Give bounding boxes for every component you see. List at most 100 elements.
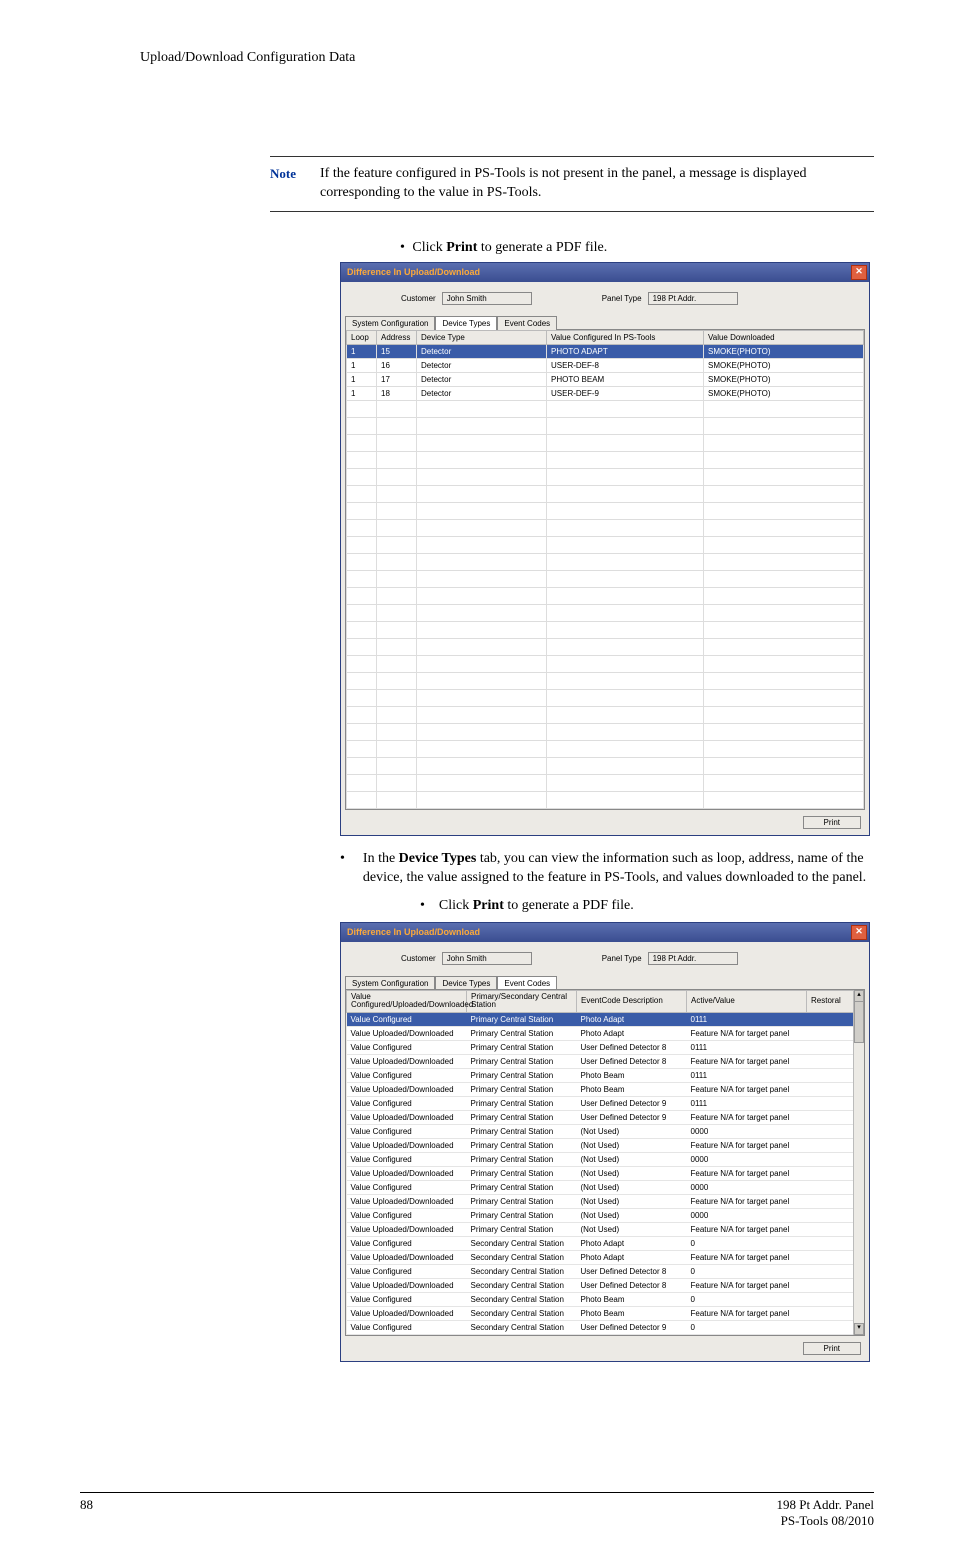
table-cell	[547, 553, 704, 570]
table-cell	[547, 570, 704, 587]
table-row[interactable]: Value ConfiguredPrimary Central StationP…	[347, 1069, 864, 1083]
table-row[interactable]: Value ConfiguredPrimary Central StationP…	[347, 1013, 864, 1027]
table-row[interactable]: 116DetectorUSER-DEF-8SMOKE(PHOTO)	[347, 358, 864, 372]
table-cell	[347, 536, 377, 553]
table-cell: 1	[347, 372, 377, 386]
table-row[interactable]: Value Uploaded/DownloadedPrimary Central…	[347, 1083, 864, 1097]
tab-device-types[interactable]: Device Types	[435, 316, 497, 330]
vertical-scrollbar[interactable]: ▴ ▾	[853, 990, 864, 1336]
tab-system-configuration[interactable]: System Configuration	[345, 316, 435, 330]
table-cell: Primary Central Station	[467, 1069, 577, 1083]
table-cell: Photo Beam	[577, 1293, 687, 1307]
table-cell	[347, 468, 377, 485]
table-cell: SMOKE(PHOTO)	[704, 358, 864, 372]
column-header: Value Configured In PS-Tools	[547, 330, 704, 344]
table-row[interactable]: Value ConfiguredPrimary Central Station(…	[347, 1125, 864, 1139]
table-cell	[347, 451, 377, 468]
scroll-down-icon[interactable]: ▾	[854, 1323, 864, 1335]
instr1-pre: Click	[412, 240, 446, 255]
table-cell: Photo Beam	[577, 1307, 687, 1321]
table-cell: User Defined Detector 8	[577, 1279, 687, 1293]
table-cell	[547, 655, 704, 672]
print-button[interactable]: Print	[803, 1342, 861, 1355]
instr1-post: to generate a PDF file.	[477, 240, 607, 255]
table-cell: 0	[687, 1293, 807, 1307]
table-cell	[417, 468, 547, 485]
table-cell: Value Configured	[347, 1125, 467, 1139]
table-cell	[547, 757, 704, 774]
close-icon[interactable]: ✕	[851, 925, 867, 940]
table-row[interactable]: Value Uploaded/DownloadedPrimary Central…	[347, 1139, 864, 1153]
table-cell: 1	[347, 358, 377, 372]
table-row[interactable]: Value Uploaded/DownloadedPrimary Central…	[347, 1195, 864, 1209]
table-row[interactable]: Value ConfiguredPrimary Central Station(…	[347, 1209, 864, 1223]
tab-event-codes[interactable]: Event Codes	[497, 316, 557, 330]
table-row[interactable]: 115DetectorPHOTO ADAPTSMOKE(PHOTO)	[347, 344, 864, 358]
table-cell	[377, 672, 417, 689]
table-cell: User Defined Detector 9	[577, 1097, 687, 1111]
table-row[interactable]: Value Uploaded/DownloadedSecondary Centr…	[347, 1251, 864, 1265]
note-block: Note If the feature configured in PS-Too…	[270, 156, 874, 212]
table-cell	[347, 689, 377, 706]
table-cell: (Not Used)	[577, 1167, 687, 1181]
table-cell: Primary Central Station	[467, 1097, 577, 1111]
table-cell	[377, 587, 417, 604]
tab-device-types[interactable]: Device Types	[435, 976, 497, 990]
table-cell	[547, 468, 704, 485]
table-row[interactable]: Value Uploaded/DownloadedSecondary Centr…	[347, 1307, 864, 1321]
table-cell	[347, 757, 377, 774]
table-row[interactable]: 117DetectorPHOTO BEAMSMOKE(PHOTO)	[347, 372, 864, 386]
scroll-thumb[interactable]	[854, 1001, 864, 1043]
page-number: 88	[80, 1497, 93, 1528]
tab-system-configuration[interactable]: System Configuration	[345, 976, 435, 990]
table-row[interactable]: Value ConfiguredPrimary Central Station(…	[347, 1181, 864, 1195]
table-row[interactable]: Value ConfiguredSecondary Central Statio…	[347, 1321, 864, 1335]
table-cell	[347, 502, 377, 519]
print-button[interactable]: Print	[803, 816, 861, 829]
table-row[interactable]: Value Uploaded/DownloadedPrimary Central…	[347, 1055, 864, 1069]
table-cell	[377, 451, 417, 468]
table-row[interactable]: Value ConfiguredSecondary Central Statio…	[347, 1237, 864, 1251]
column-header: Active/Value	[687, 990, 807, 1013]
table-cell	[547, 791, 704, 808]
table-row[interactable]: Value ConfiguredPrimary Central StationU…	[347, 1097, 864, 1111]
table-cell: PHOTO ADAPT	[547, 344, 704, 358]
table-row[interactable]: Value Uploaded/DownloadedPrimary Central…	[347, 1167, 864, 1181]
table-cell: Value Configured	[347, 1321, 467, 1335]
table-row	[347, 400, 864, 417]
table-cell: 1	[347, 344, 377, 358]
table-cell	[377, 553, 417, 570]
table-row	[347, 536, 864, 553]
table-row	[347, 502, 864, 519]
table-cell	[547, 485, 704, 502]
table-cell: Value Uploaded/Downloaded	[347, 1139, 467, 1153]
table-cell: Feature N/A for target panel	[687, 1055, 807, 1069]
table-cell: Value Configured	[347, 1237, 467, 1251]
table-cell	[417, 400, 547, 417]
table-cell: Secondary Central Station	[467, 1237, 577, 1251]
table-row[interactable]: 118DetectorUSER-DEF-9SMOKE(PHOTO)	[347, 386, 864, 400]
table-cell	[547, 519, 704, 536]
dialog-info-row: Customer John Smith Panel Type 198 Pt Ad…	[341, 282, 869, 315]
table-row[interactable]: Value ConfiguredPrimary Central StationU…	[347, 1041, 864, 1055]
close-icon[interactable]: ✕	[851, 265, 867, 280]
table-cell: Value Configured	[347, 1181, 467, 1195]
column-header: Loop	[347, 330, 377, 344]
table-row[interactable]: Value Uploaded/DownloadedPrimary Central…	[347, 1027, 864, 1041]
tab-event-codes[interactable]: Event Codes	[497, 976, 557, 990]
table-cell	[547, 740, 704, 757]
device-types-paragraph: • In the Device Types tab, you can view …	[340, 850, 874, 888]
table-cell: Value Uploaded/Downloaded	[347, 1251, 467, 1265]
table-cell	[547, 689, 704, 706]
difference-dialog-1: Difference In Upload/Download ✕ Customer…	[340, 262, 870, 836]
table-row[interactable]: Value ConfiguredPrimary Central Station(…	[347, 1153, 864, 1167]
table-row[interactable]: Value ConfiguredSecondary Central Statio…	[347, 1293, 864, 1307]
table-cell	[417, 553, 547, 570]
table-cell	[347, 672, 377, 689]
table-cell: 1	[347, 386, 377, 400]
table-cell: Photo Beam	[577, 1083, 687, 1097]
customer-value: John Smith	[442, 292, 532, 305]
table-row[interactable]: Value Uploaded/DownloadedPrimary Central…	[347, 1111, 864, 1125]
table-row[interactable]: Value Uploaded/DownloadedSecondary Centr…	[347, 1279, 864, 1293]
table-row[interactable]: Value ConfiguredSecondary Central Statio…	[347, 1265, 864, 1279]
